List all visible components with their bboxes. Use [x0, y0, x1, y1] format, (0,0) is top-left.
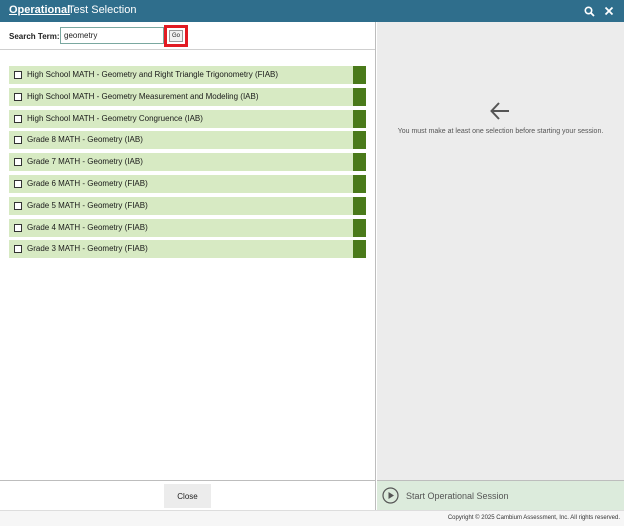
- test-list: High School MATH - Geometry and Right Tr…: [9, 66, 366, 262]
- test-label: Grade 5 MATH - Geometry (FIAB): [27, 200, 148, 210]
- test-info-button[interactable]: [353, 87, 366, 106]
- test-item[interactable]: Grade 4 MATH - Geometry (FIAB): [9, 218, 366, 237]
- test-checkbox[interactable]: [14, 71, 22, 79]
- selection-panel: You must make at least one selection bef…: [377, 22, 624, 480]
- test-checkbox[interactable]: [14, 245, 22, 254]
- title-bar: Operational Test Selection: [0, 0, 624, 22]
- test-label: Grade 4 MATH - Geometry (FIAB): [27, 222, 148, 232]
- test-info-button[interactable]: [353, 218, 366, 237]
- test-item[interactable]: Grade 3 MATH - Geometry (FIAB): [9, 240, 366, 259]
- test-info-button[interactable]: [353, 131, 366, 150]
- search-bar: Search Term: Go: [0, 22, 375, 50]
- test-checkbox[interactable]: [14, 92, 22, 101]
- go-button[interactable]: Go: [169, 30, 183, 42]
- page-title: Test Selection: [68, 4, 137, 16]
- arrow-left-icon: [490, 102, 509, 120]
- search-label: Search Term:: [9, 32, 60, 41]
- search-icon[interactable]: [581, 3, 597, 19]
- test-item[interactable]: Grade 5 MATH - Geometry (FIAB): [9, 196, 366, 215]
- go-button-highlight: Go: [164, 25, 188, 47]
- test-item[interactable]: High School MATH - Geometry and Right Tr…: [9, 66, 366, 84]
- test-item[interactable]: High School MATH - Geometry Congruence (…: [9, 109, 366, 128]
- test-info-button[interactable]: [353, 153, 366, 172]
- footer-left: Close: [0, 480, 376, 510]
- test-item[interactable]: Grade 8 MATH - Geometry (IAB): [9, 131, 366, 150]
- test-checkbox[interactable]: [14, 223, 22, 232]
- play-icon: [382, 487, 399, 504]
- start-session-label: Start Operational Session: [406, 491, 509, 501]
- test-checkbox[interactable]: [14, 136, 22, 145]
- selection-message: You must make at least one selection bef…: [397, 128, 604, 135]
- test-list-panel: Search Term: Go High School MATH - Geome…: [0, 22, 376, 480]
- test-info-button[interactable]: [353, 109, 366, 128]
- test-checkbox[interactable]: [14, 114, 22, 123]
- test-info-button[interactable]: [353, 196, 366, 215]
- test-info-button[interactable]: [353, 66, 366, 84]
- test-checkbox[interactable]: [14, 201, 22, 210]
- copyright-bar: Copyright © 2025 Cambium Assessment, Inc…: [0, 510, 624, 526]
- test-label: Grade 6 MATH - Geometry (FIAB): [27, 178, 148, 188]
- test-item[interactable]: Grade 7 MATH - Geometry (IAB): [9, 153, 366, 172]
- test-label: High School MATH - Geometry Congruence (…: [27, 113, 203, 123]
- start-session-button[interactable]: Start Operational Session: [377, 480, 624, 510]
- mode-title: Operational: [9, 4, 71, 16]
- test-label: Grade 8 MATH - Geometry (IAB): [27, 135, 143, 145]
- test-label: High School MATH - Geometry and Right Tr…: [27, 70, 279, 79]
- test-label: High School MATH - Geometry Measurement …: [27, 91, 259, 101]
- close-icon[interactable]: [601, 3, 617, 19]
- close-button[interactable]: Close: [164, 484, 211, 508]
- test-item[interactable]: High School MATH - Geometry Measurement …: [9, 87, 366, 106]
- copyright-text: Copyright © 2025 Cambium Assessment, Inc…: [447, 515, 620, 521]
- test-label: Grade 3 MATH - Geometry (FIAB): [27, 244, 148, 254]
- test-checkbox[interactable]: [14, 179, 22, 188]
- test-item[interactable]: Grade 6 MATH - Geometry (FIAB): [9, 174, 366, 193]
- test-label: Grade 7 MATH - Geometry (IAB): [27, 157, 143, 167]
- test-checkbox[interactable]: [14, 158, 22, 167]
- search-input[interactable]: [60, 27, 164, 44]
- test-info-button[interactable]: [353, 240, 366, 259]
- test-info-button[interactable]: [353, 174, 366, 193]
